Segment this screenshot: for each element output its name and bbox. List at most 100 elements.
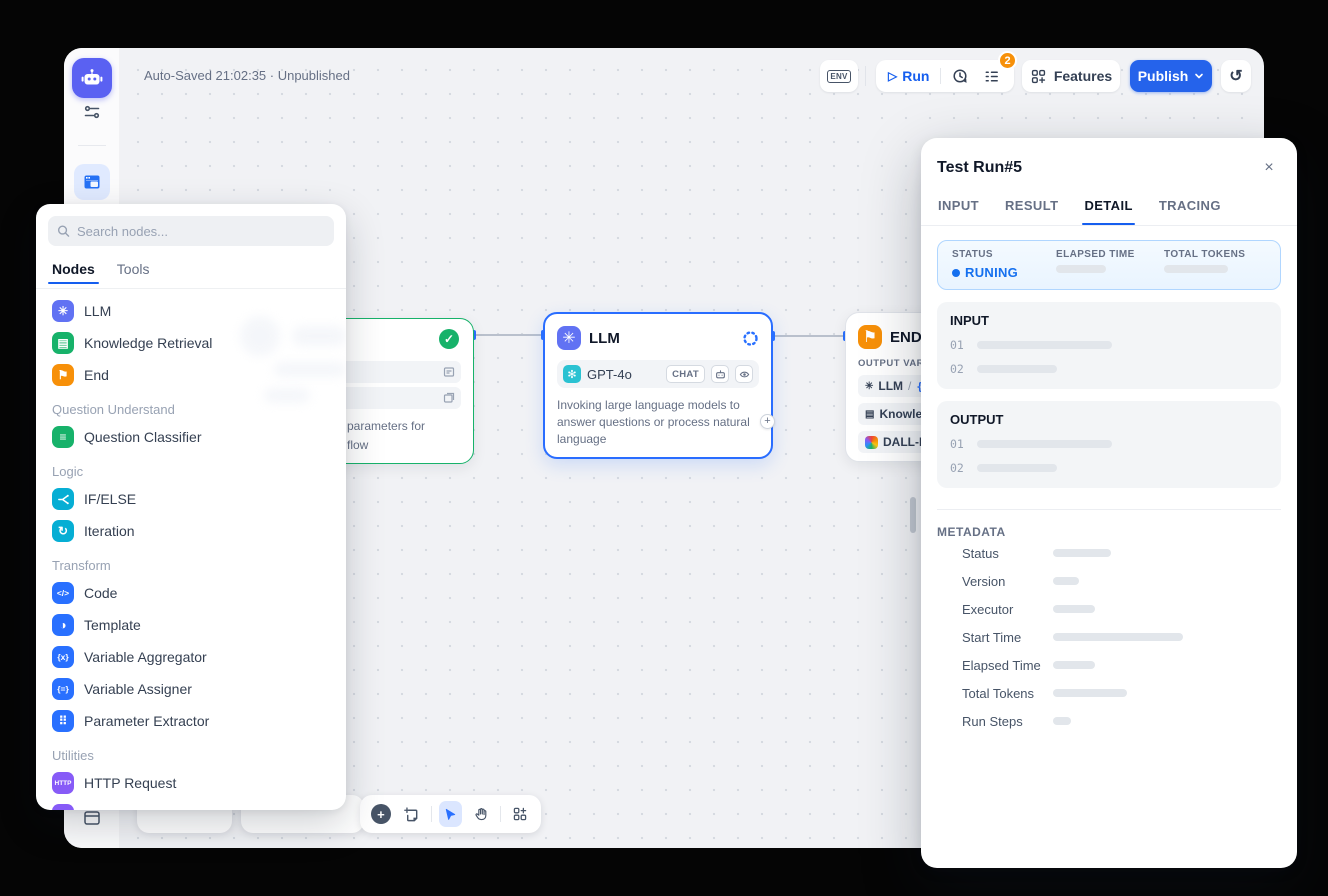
play-icon: ▷ — [888, 69, 897, 83]
tab-result[interactable]: RESULT — [1005, 198, 1058, 225]
organize-nodes-button[interactable] — [508, 801, 532, 827]
node-item-if-else[interactable]: IF/ELSE — [48, 483, 334, 515]
node-item-question-classifier[interactable]: ≡ Question Classifier — [48, 421, 334, 453]
search-icon — [57, 224, 70, 238]
hand-mode-button[interactable] — [469, 801, 493, 827]
skeleton — [1053, 549, 1111, 557]
node-item-template[interactable]: ◑ Template — [48, 609, 334, 641]
node-item-code[interactable]: </> Code — [48, 577, 334, 609]
env-button[interactable]: ENV — [820, 60, 858, 92]
metadata-row-executor: Executor — [937, 595, 1281, 623]
run-panel-title: Test Run#5 — [937, 159, 1257, 177]
layout-grid-icon — [512, 806, 528, 822]
search-nodes-input[interactable] — [77, 224, 325, 239]
tab-detail[interactable]: DETAIL — [1084, 198, 1132, 225]
elapsed-time-label: ELAPSED TIME — [1056, 249, 1135, 260]
model-name: GPT-4o — [587, 367, 660, 382]
if-else-icon — [52, 488, 74, 510]
node-item-list-operator[interactable]: List Operator — [48, 799, 334, 810]
iteration-icon: ↻ — [52, 520, 74, 542]
node-item-variable-assigner[interactable]: {=} Variable Assigner — [48, 673, 334, 705]
skeleton — [1053, 605, 1095, 613]
note-plus-icon — [403, 806, 420, 823]
app-logo[interactable] — [72, 58, 112, 98]
checklist-button[interactable] — [979, 64, 1003, 88]
pointer-mode-button[interactable] — [439, 801, 463, 827]
version-history-button[interactable]: ↺ — [1221, 60, 1251, 92]
ghost-blob — [264, 388, 310, 403]
node-item-knowledge-retrieval[interactable]: ▤ Knowledge Retrieval — [48, 327, 334, 359]
group-header-logic: Logic — [48, 459, 334, 483]
skeleton — [1053, 717, 1071, 725]
canvas-scrollbar-thumb[interactable] — [910, 497, 916, 533]
close-icon: × — [1264, 159, 1273, 177]
line-number: 01 — [950, 437, 964, 451]
http-request-icon: HTTP — [52, 772, 74, 794]
dalle-icon — [865, 436, 878, 449]
metadata-row-total-tokens: Total Tokens — [937, 679, 1281, 707]
add-node-button[interactable]: + — [369, 801, 393, 827]
skeleton — [1164, 265, 1228, 273]
skeleton — [977, 464, 1057, 472]
plus-icon: + — [371, 804, 391, 824]
node-item-variable-aggregator[interactable]: {x} Variable Aggregator — [48, 641, 334, 673]
skeleton — [1053, 661, 1095, 669]
metadata-row-status: Status — [937, 539, 1281, 567]
llm-node-title: LLM — [589, 330, 734, 347]
run-status-card: STATUS RUNING ELAPSED TIME TOTAL TOKENS — [937, 240, 1281, 290]
canvas-toolbar: + — [360, 795, 541, 833]
close-button[interactable]: × — [1257, 156, 1281, 180]
llm-var-icon: ✳ — [865, 381, 873, 392]
input-card: INPUT 01 02 — [937, 302, 1281, 389]
vision-capability-badge — [735, 365, 753, 383]
ghost-blob — [240, 316, 280, 356]
run-history-button[interactable] — [948, 64, 972, 88]
add-note-button[interactable] — [400, 801, 424, 827]
node-item-parameter-extractor[interactable]: ⠿ Parameter Extractor — [48, 705, 334, 737]
output-title: OUTPUT — [950, 412, 1268, 427]
knowledge-var-icon: ▤ — [865, 409, 874, 420]
start-node-description: parameters for flow — [347, 417, 425, 455]
tab-tracing[interactable]: TRACING — [1159, 198, 1221, 225]
node-item-llm[interactable]: ✳ LLM — [48, 295, 334, 327]
section-divider — [937, 509, 1281, 510]
status-label: STATUS — [952, 249, 1018, 260]
llm-node-description: Invoking large language models to answer… — [545, 388, 771, 448]
node-panel-tabs: Nodes Tools — [48, 256, 334, 282]
end-icon: ⚑ — [52, 364, 74, 386]
run-button[interactable]: ▷ Run — [884, 68, 933, 84]
tab-input[interactable]: INPUT — [938, 198, 979, 225]
input-title: INPUT — [950, 313, 1268, 328]
list-operator-icon — [52, 804, 74, 810]
add-next-node-handle[interactable]: + — [760, 414, 775, 429]
skeleton — [1053, 577, 1079, 585]
edge-start-to-llm — [474, 334, 544, 336]
search-nodes-box[interactable] — [48, 216, 334, 246]
checklist-icon — [983, 68, 1000, 85]
ghost-blob — [274, 362, 346, 377]
sliders-icon — [83, 103, 101, 121]
paragraph-icon — [443, 392, 455, 404]
node-item-iteration[interactable]: ↻ Iteration — [48, 515, 334, 547]
model-selector[interactable]: ✻ GPT-4o CHAT — [557, 360, 759, 388]
end-node-icon: ⚑ — [858, 325, 882, 349]
node-item-http-request[interactable]: HTTP HTTP Request — [48, 767, 334, 799]
workflow-settings-button[interactable] — [80, 100, 104, 124]
llm-node[interactable]: ✳ LLM ✻ GPT-4o CHAT Invoking large la — [543, 312, 773, 459]
metadata-title: METADATA — [937, 525, 1281, 539]
node-selector-panel: Nodes Tools ✳ LLM ▤ Knowledge Retrieval … — [36, 204, 346, 810]
robot-badge-icon — [715, 369, 726, 380]
line-number: 02 — [950, 362, 964, 376]
ghost-blob — [292, 326, 346, 346]
orchestrate-nav-button[interactable] — [74, 164, 110, 200]
question-classifier-icon: ≡ — [52, 426, 74, 448]
total-tokens-label: TOTAL TOKENS — [1164, 249, 1245, 260]
tabs-divider — [36, 288, 346, 289]
chevron-down-icon — [1194, 71, 1204, 81]
line-number: 01 — [950, 338, 964, 352]
eye-icon — [739, 369, 750, 380]
tab-nodes[interactable]: Nodes — [52, 261, 95, 277]
publish-button[interactable]: Publish — [1130, 60, 1212, 92]
features-button[interactable]: Features — [1022, 60, 1120, 92]
tab-tools[interactable]: Tools — [117, 261, 150, 277]
